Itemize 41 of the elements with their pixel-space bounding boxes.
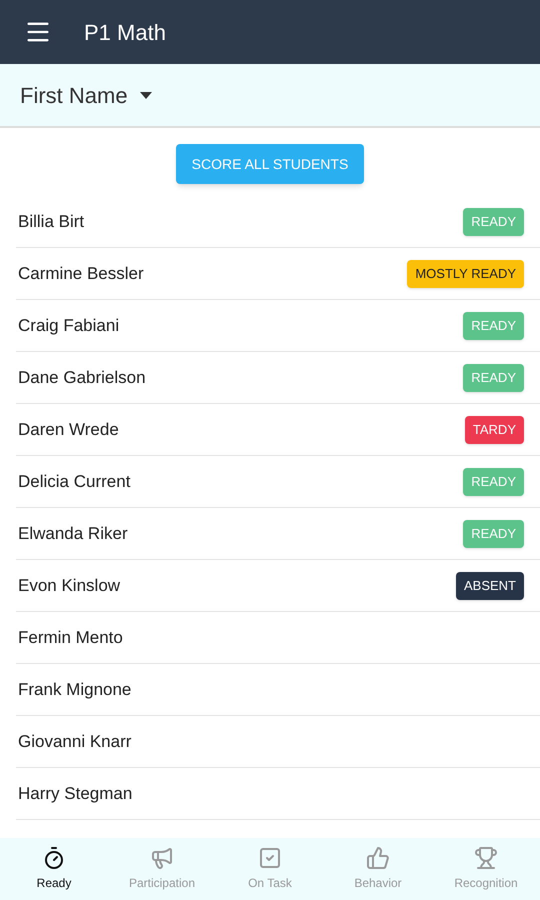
student-row[interactable]: Delicia Current READY [16, 456, 540, 508]
timer-icon [42, 846, 66, 870]
student-name: Carmine Bessler [17, 262, 144, 285]
trophy-icon [474, 846, 498, 870]
student-name: Frank Mignone [17, 678, 132, 701]
student-name: Harry Stegman [17, 782, 132, 805]
status-badge: READY [463, 520, 524, 548]
nav-tab[interactable]: Ready [0, 838, 108, 900]
status-badge: MOSTLY READY [407, 260, 524, 288]
student-name: Delicia Current [17, 470, 130, 493]
checkbox-icon [258, 846, 282, 870]
student-row[interactable]: Carmine Bessler MOSTLY READY [16, 248, 540, 300]
status-badge: ABSENT [456, 572, 524, 600]
student-row[interactable]: Elwanda Riker READY [16, 508, 540, 560]
status-badge: TARDY [464, 416, 524, 444]
status-badge: READY [463, 208, 524, 236]
student-name: Dane Gabrielson [17, 366, 146, 389]
caret-icon [140, 92, 152, 98]
thumbs-up-icon [366, 846, 390, 870]
app-title: P1 Math [84, 18, 166, 46]
student-row[interactable]: Daren Wrede TARDY [16, 404, 540, 456]
student-name: Fermin Mento [17, 626, 123, 649]
student-name: Elwanda Riker [17, 522, 128, 545]
student-row[interactable]: Dane Gabrielson READY [16, 352, 540, 404]
megaphone-icon [150, 846, 174, 870]
student-name: Daren Wrede [17, 418, 119, 441]
student-row[interactable]: Billia Birt READY [16, 196, 540, 248]
status-badge: READY [463, 468, 524, 496]
student-row[interactable]: Harry Stegman [16, 768, 540, 820]
student-name: Craig Fabiani [17, 314, 120, 337]
student-row[interactable]: Fermin Mento [16, 612, 540, 664]
student-name: Giovanni Knarr [17, 730, 132, 753]
student-row[interactable]: Giovanni Knarr [16, 716, 540, 768]
student-name: Billia Birt [17, 210, 84, 233]
status-badge: READY [463, 364, 524, 392]
student-name: Evon Kinslow [17, 574, 120, 597]
student-row[interactable]: Evon Kinslow ABSENT [16, 560, 540, 612]
sort-dropdown[interactable]: First Name [20, 78, 152, 112]
status-badge: READY [463, 312, 524, 340]
student-row[interactable]: Frank Mignone [16, 664, 540, 716]
student-row[interactable]: Craig Fabiani READY [16, 300, 540, 352]
